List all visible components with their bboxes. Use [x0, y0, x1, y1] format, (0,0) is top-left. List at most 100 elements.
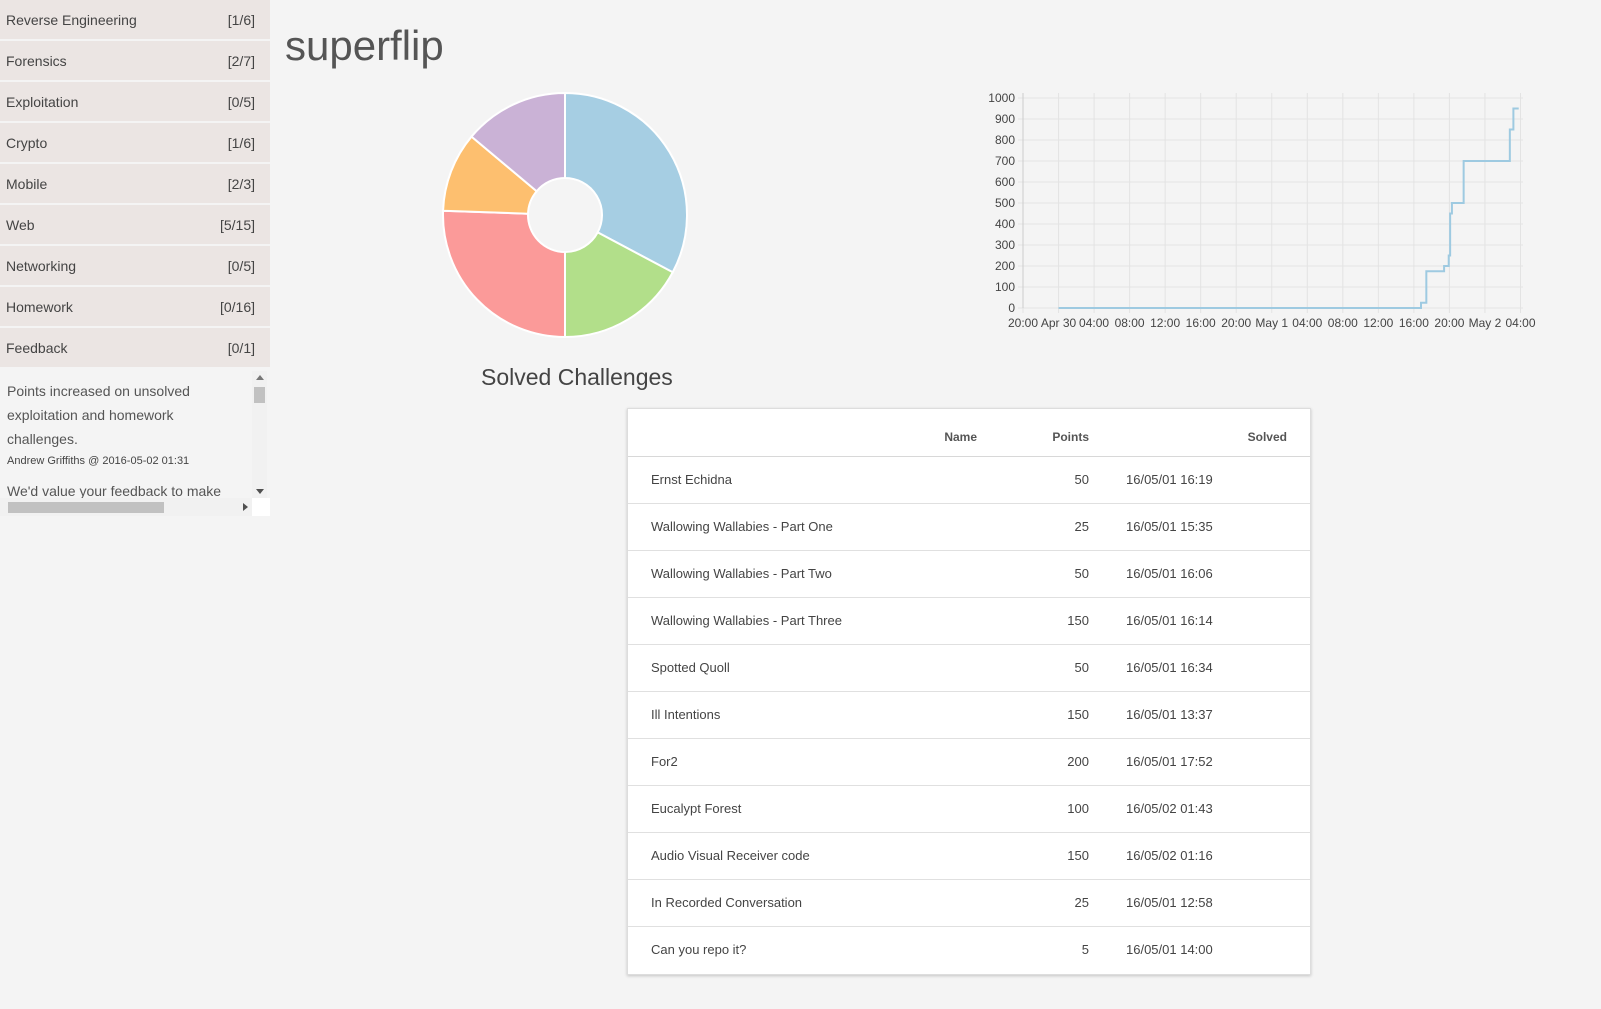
row-solved: 16/05/01 16:14	[1126, 613, 1213, 628]
category-label: Networking	[6, 257, 77, 274]
row-points: 150	[1067, 707, 1089, 722]
table-row: Wallowing Wallabies - Part Two 50 16/05/01…	[628, 551, 1310, 598]
row-name: For2	[651, 754, 678, 769]
category-count: [2/3]	[227, 175, 255, 192]
row-points: 100	[1067, 801, 1089, 816]
vertical-scroll-thumb[interactable]	[254, 387, 265, 403]
category-count: [0/5]	[227, 93, 255, 110]
pie-svg	[442, 91, 688, 339]
row-solved: 16/05/01 13:37	[1126, 707, 1213, 722]
sidebar-item-crypto[interactable]: Crypto [1/6]	[0, 123, 270, 162]
horizontal-scrollbar[interactable]	[0, 498, 252, 516]
table-row: For2 200 16/05/01 17:52	[628, 739, 1310, 786]
sidebar-item-mobile[interactable]: Mobile [2/3]	[0, 164, 270, 203]
row-points: 50	[1074, 660, 1089, 675]
row-points: 25	[1074, 895, 1089, 910]
vertical-scrollbar[interactable]	[252, 371, 267, 498]
category-count: [1/6]	[227, 134, 255, 151]
sidebar-item-exploitation[interactable]: Exploitation [0/5]	[0, 82, 270, 121]
news-content: Points increased on unsolved exploitatio…	[7, 379, 247, 503]
x-tick-label: 04:00	[1079, 316, 1109, 330]
category-count: [0/1]	[227, 339, 255, 356]
category-count: [1/6]	[227, 11, 255, 28]
table-header: Name Points Solved	[628, 409, 1310, 457]
row-solved: 16/05/01 16:19	[1126, 472, 1213, 487]
sidebar-item-homework[interactable]: Homework [0/16]	[0, 287, 270, 326]
row-solved: 16/05/01 17:52	[1126, 754, 1213, 769]
sidebar-item-reverse-engineering[interactable]: Reverse Engineering [1/6]	[0, 0, 270, 39]
y-tick-label: 300	[995, 238, 1015, 252]
solved-pie-chart	[440, 90, 690, 340]
row-points: 200	[1067, 754, 1089, 769]
row-name: Wallowing Wallabies - Part Two	[651, 566, 832, 581]
y-tick-label: 600	[995, 175, 1015, 189]
row-points: 150	[1067, 848, 1089, 863]
header-name[interactable]: Name	[944, 430, 977, 444]
x-tick-label: 08:00	[1328, 316, 1358, 330]
table-row: Audio Visual Receiver code 150 16/05/02 01…	[628, 833, 1310, 880]
row-name: Eucalypt Forest	[651, 801, 742, 816]
row-solved: 16/05/01 16:06	[1126, 566, 1213, 581]
header-solved[interactable]: Solved	[1248, 430, 1287, 444]
y-tick-label: 100	[995, 280, 1015, 294]
x-tick-label: 12:00	[1363, 316, 1393, 330]
row-name: Spotted Quoll	[651, 660, 730, 675]
table-row: In Recorded Conversation 25 16/05/01 12:58	[628, 880, 1310, 927]
x-tick-label: 20:00	[1221, 316, 1251, 330]
news-panel[interactable]: Points increased on unsolved exploitatio…	[0, 369, 270, 516]
category-label: Forensics	[6, 52, 67, 69]
horizontal-scroll-thumb[interactable]	[8, 502, 164, 513]
x-tick-label: 04:00	[1292, 316, 1322, 330]
table-row: Wallowing Wallabies - Part One 25 16/05/01…	[628, 504, 1310, 551]
x-tick-label: May 2	[1469, 316, 1502, 330]
sidebar-item-feedback[interactable]: Feedback [0/1]	[0, 328, 270, 367]
category-count: [0/5]	[227, 257, 255, 274]
scrollbar-corner	[252, 498, 270, 516]
category-label: Mobile	[6, 175, 48, 192]
sidebar-item-networking[interactable]: Networking [0/5]	[0, 246, 270, 285]
x-tick-label: 16:00	[1186, 316, 1216, 330]
header-points[interactable]: Points	[1052, 430, 1089, 444]
x-tick-label: 16:00	[1399, 316, 1429, 330]
score-line-chart: 20:00 Apr 30 04:00 08:00 12:00 16:00 20:00 May …	[975, 85, 1555, 340]
table-row: Eucalypt Forest 100 16/05/02 01:43	[628, 786, 1310, 833]
x-tick-label: Apr 30	[1041, 316, 1077, 330]
x-tick-label: 20:00	[1008, 316, 1038, 330]
row-name: Wallowing Wallabies - Part One	[651, 519, 833, 534]
row-points: 50	[1074, 472, 1089, 487]
x-tick-label: 08:00	[1115, 316, 1145, 330]
row-solved: 16/05/01 14:00	[1126, 942, 1213, 957]
table-row: Ill Intentions 150 16/05/01 13:37	[628, 692, 1310, 739]
row-points: 5	[1081, 942, 1089, 957]
row-name: Audio Visual Receiver code	[651, 848, 810, 863]
line-chart-svg: 20:00 Apr 30 04:00 08:00 12:00 16:00 20:00 May …	[988, 91, 1536, 330]
y-tick-label: 1000	[988, 91, 1015, 105]
x-tick-label: 20:00	[1434, 316, 1464, 330]
pie-slice[interactable]	[564, 91, 688, 274]
row-solved: 16/05/02 01:16	[1126, 848, 1213, 863]
y-tick-label: 700	[995, 154, 1015, 168]
category-count: [5/15]	[219, 216, 255, 233]
row-name: In Recorded Conversation	[651, 895, 803, 910]
sidebar-item-web[interactable]: Web [5/15]	[0, 205, 270, 244]
category-label: Reverse Engineering	[6, 11, 137, 28]
table-row: Wallowing Wallabies - Part Three 150 16/05…	[628, 598, 1310, 645]
x-tick-label: May 1	[1255, 316, 1288, 330]
y-tick-label: 0	[1008, 301, 1015, 315]
row-name: Wallowing Wallabies - Part Three	[651, 613, 842, 628]
scroll-right-icon[interactable]	[243, 503, 248, 511]
row-solved: 16/05/01 16:34	[1126, 660, 1213, 675]
scroll-down-icon[interactable]	[256, 489, 264, 494]
pie-slice[interactable]	[442, 209, 566, 339]
row-name: Ernst Echidna	[651, 472, 732, 487]
category-label: Web	[6, 216, 35, 233]
row-solved: 16/05/01 12:58	[1126, 895, 1213, 910]
category-count: [2/7]	[227, 52, 255, 69]
sidebar-item-forensics[interactable]: Forensics [2/7]	[0, 41, 270, 80]
x-tick-label: 12:00	[1150, 316, 1180, 330]
row-points: 25	[1074, 519, 1089, 534]
table-row: Ernst Echidna 50 16/05/01 16:19	[628, 457, 1310, 504]
scroll-up-icon[interactable]	[256, 375, 264, 380]
news-meta: Andrew Griffiths @ 2016-05-02 01:31	[7, 455, 190, 467]
row-name: Can you repo it?	[651, 942, 747, 957]
